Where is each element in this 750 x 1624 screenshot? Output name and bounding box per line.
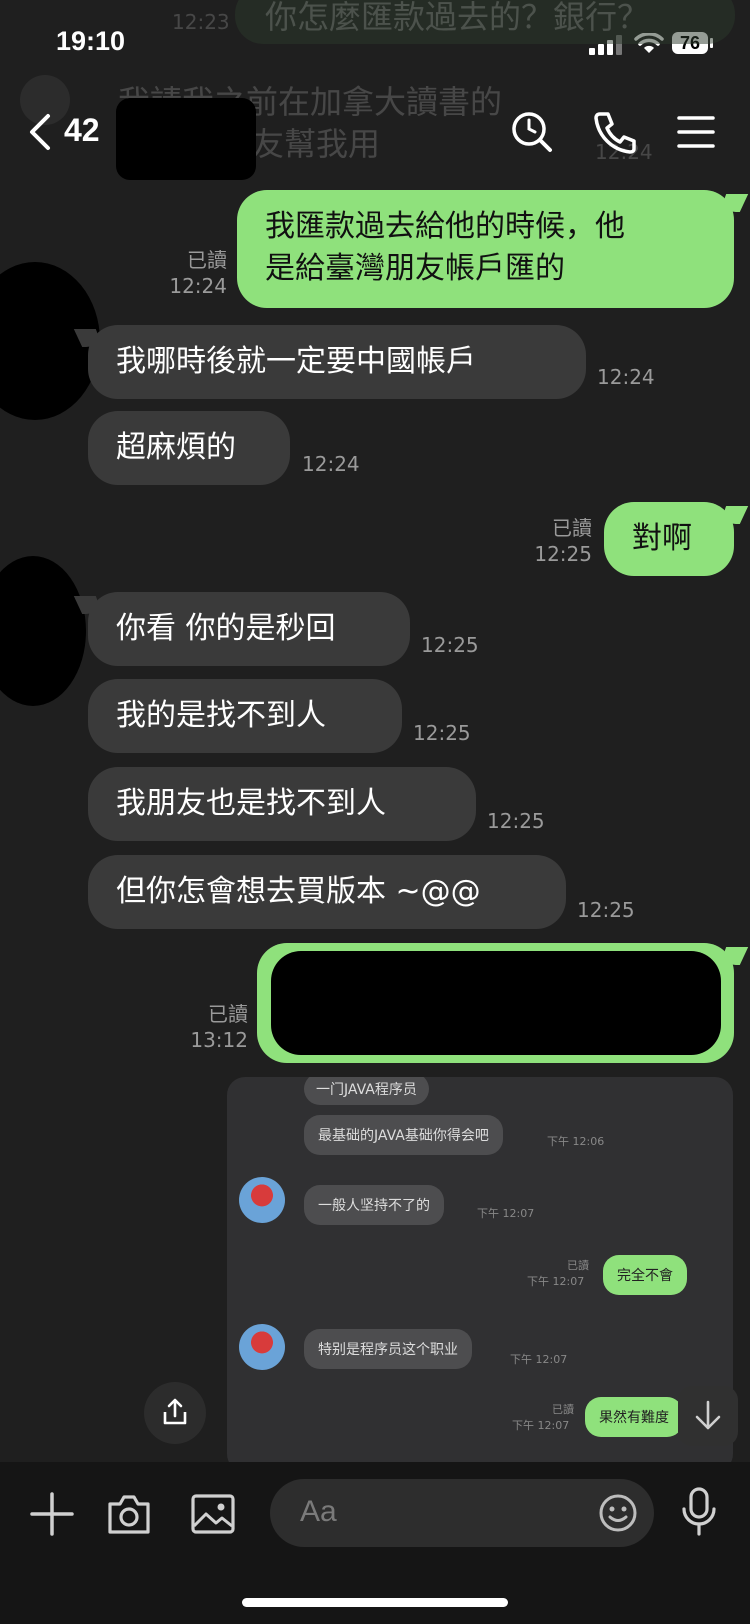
message-time: 12:25 (421, 633, 479, 657)
image-time: 下午 12:06 (547, 1135, 605, 1148)
image-avatar (239, 1177, 285, 1223)
image-message[interactable]: 一门JAVA程序员 最基础的JAVA基础你得会吧 下午 12:06 一般人坚持不… (227, 1077, 733, 1472)
message-time: 12:25 (487, 809, 545, 833)
message-text-line: 是給臺灣朋友帳戶匯的 (265, 251, 565, 286)
image-time: 下午 12:07 (510, 1353, 568, 1366)
image-time: 下午 12:07 (512, 1419, 570, 1432)
call-button[interactable] (592, 110, 636, 154)
read-receipt: 已讀 (552, 516, 592, 540)
read-receipt: 已讀 (208, 1002, 248, 1026)
menu-button[interactable] (676, 114, 716, 150)
image-bubble: 特别是程序员这个职业 (304, 1329, 472, 1369)
voice-button[interactable] (680, 1487, 718, 1537)
incoming-message[interactable]: 你看 你的是秒回 (88, 592, 410, 666)
message-time: 13:12 (190, 1028, 248, 1052)
image-avatar (239, 1324, 285, 1370)
image-bubble-out: 果然有難度 (585, 1397, 683, 1437)
gallery-button[interactable] (190, 1492, 236, 1536)
incoming-message[interactable]: 超麻煩的 (88, 411, 290, 485)
incoming-message[interactable]: 我朋友也是找不到人 (88, 767, 476, 841)
redacted-avatar (0, 556, 86, 706)
back-button[interactable] (26, 112, 56, 152)
incoming-message[interactable]: 我的是找不到人 (88, 679, 402, 753)
message-input[interactable]: Aa (270, 1479, 654, 1547)
incoming-message[interactable]: 我哪時後就一定要中國帳戶 (88, 325, 586, 399)
share-icon (163, 1398, 187, 1425)
input-placeholder: Aa (300, 1495, 337, 1528)
status-time: 19:10 (56, 26, 126, 56)
image-read: 已讀 (552, 1403, 574, 1416)
read-receipt: 已讀 (187, 248, 227, 272)
arrow-down-icon (695, 1400, 721, 1430)
ghost-text-3: 友幫我用 (252, 125, 381, 163)
message-time: 12:24 (302, 452, 360, 476)
image-bubble-out: 完全不會 (603, 1255, 687, 1295)
home-indicator (242, 1598, 508, 1607)
ghost-text-1: 你怎麼匯款過去的？銀行？ (265, 0, 650, 36)
redacted-name (116, 98, 256, 180)
share-button[interactable] (144, 1382, 206, 1444)
search-icon (512, 112, 552, 152)
incoming-message[interactable]: 但你怎會想去買版本 ~@@ (88, 855, 566, 929)
search-button[interactable] (510, 110, 554, 154)
plus-icon (30, 1492, 74, 1536)
outgoing-message[interactable]: 我匯款過去給他的時候，他 是給臺灣朋友帳戶匯的 (237, 190, 734, 308)
phone-icon (594, 112, 636, 154)
message-time: 12:24 (597, 365, 655, 389)
ghost-time-1: 12:23 (172, 10, 230, 34)
camera-button[interactable] (106, 1492, 152, 1536)
message-time: 12:25 (577, 898, 635, 922)
message-time: 12:25 (413, 721, 471, 745)
chevron-left-icon (30, 114, 50, 150)
image-icon (191, 1494, 235, 1534)
microphone-icon (682, 1487, 716, 1536)
image-bubble: 最基础的JAVA基础你得会吧 (304, 1115, 503, 1155)
add-button[interactable] (30, 1492, 74, 1536)
emoji-icon[interactable] (598, 1493, 638, 1533)
scroll-down-button[interactable] (678, 1386, 738, 1446)
image-bubble: 一般人坚持不了的 (304, 1185, 444, 1225)
image-read: 已讀 (567, 1259, 589, 1272)
outgoing-message[interactable]: 對啊 (604, 502, 734, 576)
hamburger-icon (677, 116, 715, 148)
redaction-mark (271, 951, 721, 1055)
message-time: 12:25 (534, 542, 592, 566)
camera-icon (108, 1495, 150, 1534)
image-bubble: 一门JAVA程序员 (304, 1077, 429, 1105)
image-time: 下午 12:07 (527, 1275, 585, 1288)
message-time: 12:24 (169, 274, 227, 298)
outgoing-message-redacted[interactable] (257, 943, 734, 1063)
message-text-line: 我匯款過去給他的時候，他 (265, 209, 625, 244)
member-count[interactable]: 42 (64, 112, 100, 149)
image-time: 下午 12:07 (477, 1207, 535, 1220)
